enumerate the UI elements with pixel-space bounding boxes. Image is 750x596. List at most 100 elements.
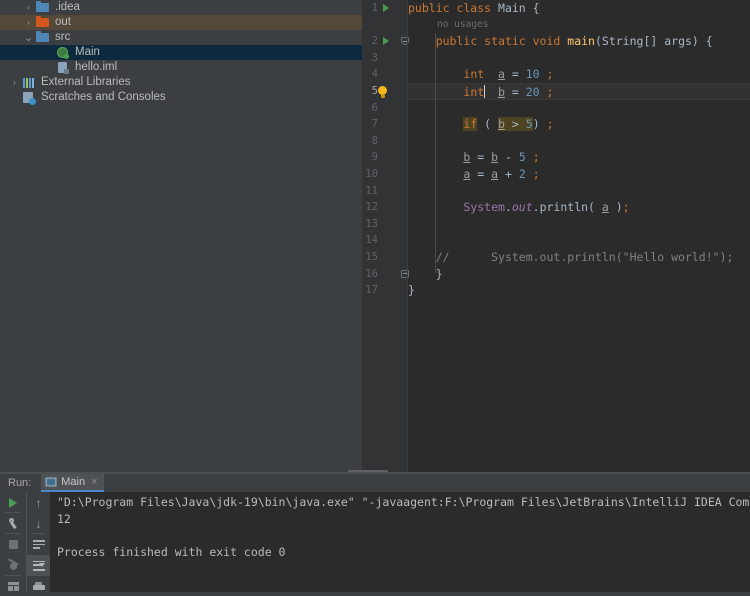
close-icon[interactable]: × <box>91 476 97 488</box>
tree-item-out[interactable]: › out <box>0 15 362 30</box>
lightbulb-icon[interactable] <box>378 86 387 98</box>
code-line-2[interactable]: public static void main(String[] args) { <box>408 33 750 50</box>
line-number: 17 <box>365 284 378 297</box>
line-number: 15 <box>365 251 378 263</box>
iml-file-icon <box>58 62 69 74</box>
folder-icon-wrap <box>35 0 51 15</box>
gutter-line[interactable]: 17 <box>362 282 407 299</box>
tree-item-external-libraries[interactable]: › External Libraries <box>0 75 362 90</box>
code-line-4[interactable]: int a = 10 ; <box>408 66 750 83</box>
run-tab-main[interactable]: Main × <box>41 474 104 492</box>
code-line-11[interactable] <box>408 183 750 200</box>
chevron-right-icon[interactable]: › <box>8 75 21 90</box>
line-number: 9 <box>371 151 378 164</box>
line-number: 11 <box>365 184 378 197</box>
code-text-area[interactable]: public class Main { public static void m… <box>408 0 750 472</box>
code-line-13[interactable] <box>408 216 750 233</box>
console-output[interactable]: "D:\Program Files\Java\jdk-19\bin\java.e… <box>50 492 750 596</box>
tree-item-scratches-and-consoles[interactable]: Scratches and Consoles <box>0 90 362 105</box>
scroll-to-end-button[interactable] <box>27 555 50 576</box>
line-number: 5 <box>371 85 378 97</box>
line-number: 6 <box>371 101 378 114</box>
line-number: 13 <box>365 217 378 230</box>
editor-gutter[interactable]: 1 2 3 4 5 6 7 8 9 10 11 12 13 14 15 16 17 <box>362 0 409 472</box>
line-number: 10 <box>365 168 378 180</box>
gutter-line[interactable]: 13 <box>362 216 407 233</box>
tree-item-label: out <box>55 16 71 28</box>
grid-icon <box>7 582 19 591</box>
scroll-to-end-icon <box>32 560 45 571</box>
line-number: 14 <box>365 234 378 247</box>
libraries-icon <box>23 78 35 88</box>
gutter-line[interactable]: 5 <box>362 83 407 100</box>
folder-out-icon-wrap <box>35 15 51 30</box>
code-line-14[interactable] <box>408 232 750 249</box>
run-configuration-icon <box>45 477 58 487</box>
code-line-6[interactable] <box>408 100 750 117</box>
code-line-10[interactable]: a = a + 2 ; <box>408 166 750 183</box>
code-line-1[interactable]: public class Main { <box>408 0 750 17</box>
tree-item-idea[interactable]: › .idea <box>0 0 362 15</box>
code-line-7[interactable]: if ( b > 5) ; <box>408 116 750 133</box>
rerun-button[interactable] <box>0 492 26 513</box>
run-toolbar-primary[interactable] <box>0 492 26 596</box>
gutter-line[interactable]: 11 <box>362 183 407 200</box>
gutter-line[interactable]: 3 <box>362 50 407 67</box>
code-line-5[interactable]: int b = 20 ; <box>408 83 750 100</box>
run-window-label: Run: <box>8 477 32 489</box>
status-bar <box>0 592 750 596</box>
print-icon <box>32 581 45 592</box>
project-tool-window[interactable]: › .idea › out ⌄ src Main hello.iml › External Lib… <box>0 0 362 472</box>
chevron-right-icon[interactable]: › <box>22 0 35 15</box>
gutter-line[interactable]: 4 <box>362 66 407 83</box>
folder-src-icon-wrap <box>35 30 51 45</box>
run-tab-label: Main <box>61 476 86 488</box>
wrench-icon <box>8 518 19 529</box>
run-tool-window[interactable]: Run: Main × ↑ ↓ "D:\Program Files\Java\j… <box>0 474 750 596</box>
arrow-up-icon: ↑ <box>35 495 42 510</box>
code-editor[interactable]: 1 2 3 4 5 6 7 8 9 10 11 12 13 14 15 16 17 public class M… <box>362 0 750 472</box>
run-toolbar-secondary[interactable]: ↑ ↓ <box>26 492 50 596</box>
folder-src-icon <box>36 31 49 42</box>
code-line-17[interactable]: } <box>408 282 750 299</box>
code-line-9[interactable]: b = b - 5 ; <box>408 149 750 166</box>
prev-occurrence-button[interactable]: ↑ <box>27 492 50 513</box>
debug-button[interactable] <box>0 555 26 576</box>
tree-item-src[interactable]: ⌄ src <box>0 30 362 45</box>
chevron-down-icon[interactable]: ⌄ <box>22 32 35 43</box>
code-line-12[interactable]: System.out.println( a ); <box>408 199 750 216</box>
gutter-line[interactable]: 14 <box>362 232 407 249</box>
line-number: 4 <box>371 68 378 81</box>
run-settings-button[interactable] <box>0 513 26 534</box>
tree-item-label: hello.iml <box>75 61 118 73</box>
tree-item-label: .idea <box>55 1 80 13</box>
folder-icon <box>36 1 49 12</box>
code-line-3[interactable] <box>408 50 750 67</box>
scratches-icon-wrap <box>21 90 37 105</box>
gutter-line[interactable]: 7 <box>362 116 407 133</box>
tree-item-hello-iml[interactable]: hello.iml <box>0 60 362 75</box>
gutter-line[interactable]: 9 <box>362 149 407 166</box>
gutter-line[interactable]: 1 <box>362 0 407 17</box>
console-exit-message: Process finished with exit code 0 <box>57 544 286 559</box>
line-number: 12 <box>365 201 378 214</box>
gutter-line[interactable]: 2 <box>362 33 409 50</box>
gutter-line[interactable]: 8 <box>362 133 407 150</box>
chevron-right-icon[interactable]: › <box>22 15 35 30</box>
run-gutter-icon[interactable] <box>383 37 389 46</box>
run-gutter-icon[interactable] <box>383 4 389 12</box>
gutter-line[interactable]: 6 <box>362 100 407 117</box>
soft-wrap-button[interactable] <box>27 534 50 555</box>
inlay-hint-no-usages[interactable]: no usages <box>408 17 488 34</box>
play-icon <box>9 497 17 508</box>
code-line-15[interactable]: // System.out.println("Hello world!"); <box>408 249 750 266</box>
next-occurrence-button[interactable]: ↓ <box>27 513 50 534</box>
code-line-16[interactable]: } <box>408 266 750 283</box>
code-line-8[interactable] <box>408 133 750 150</box>
gutter-line[interactable]: 15 <box>362 249 407 266</box>
stop-button[interactable] <box>0 534 26 555</box>
tree-item-main[interactable]: Main <box>0 45 362 60</box>
gutter-line[interactable]: 10 <box>362 166 407 183</box>
gutter-line[interactable]: 12 <box>362 199 407 216</box>
gutter-line[interactable]: 16 <box>362 266 409 283</box>
